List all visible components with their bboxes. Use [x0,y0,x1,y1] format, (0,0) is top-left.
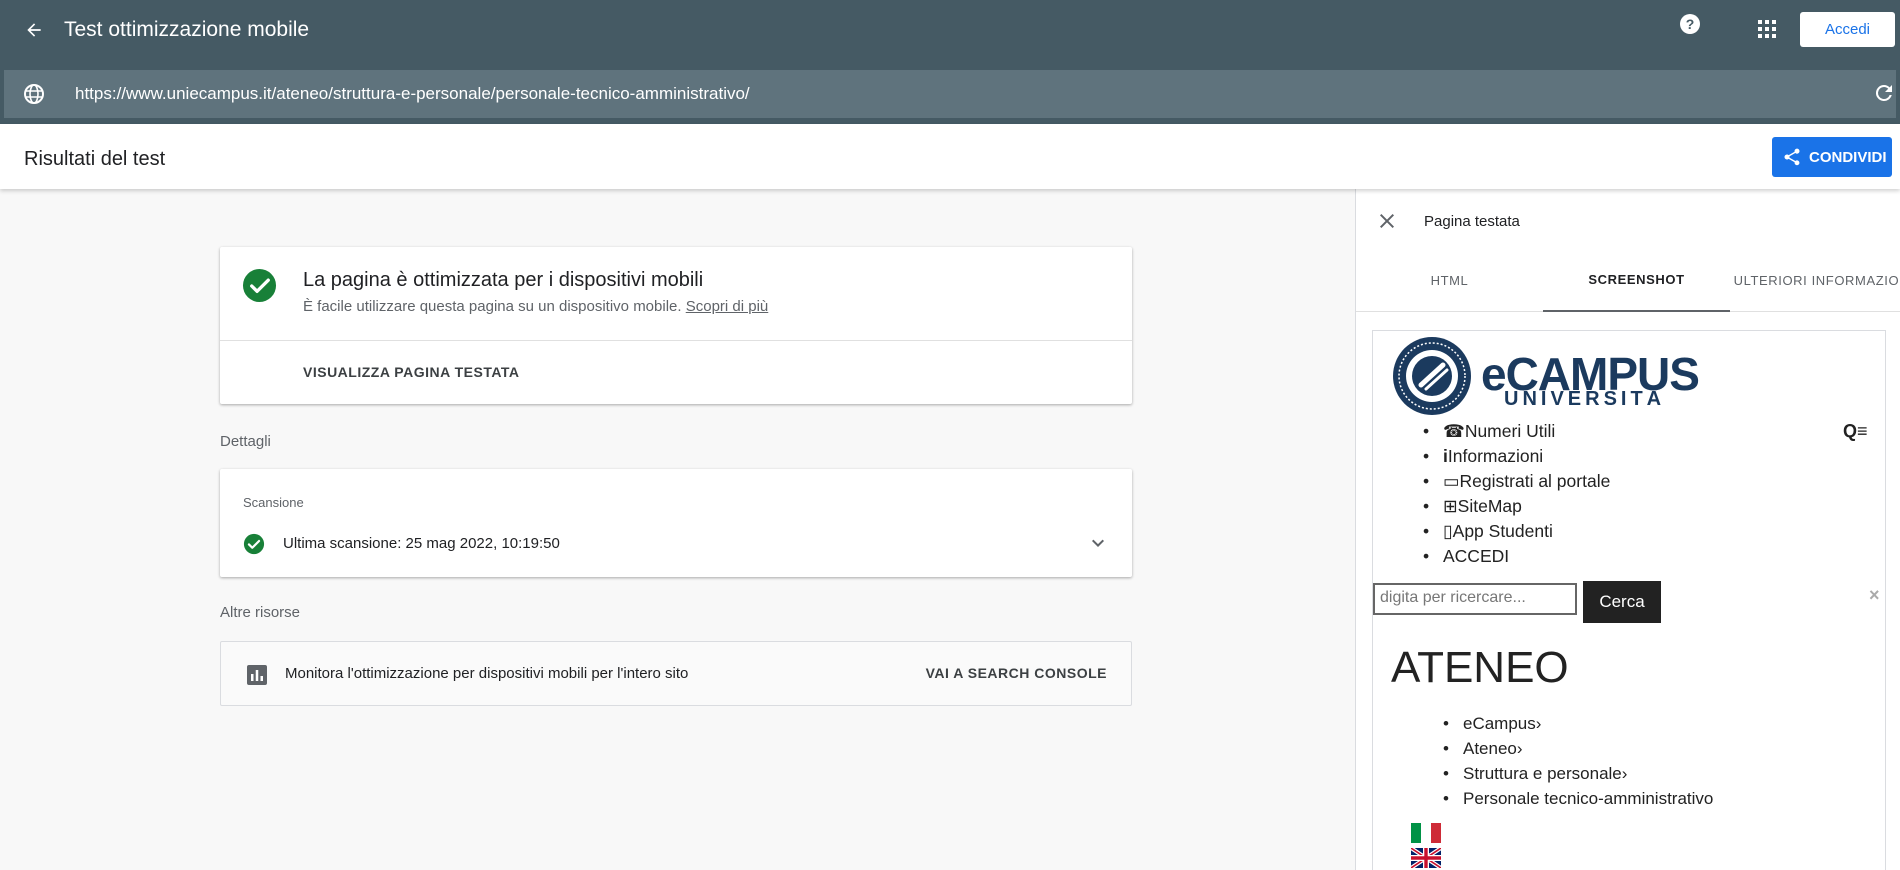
svg-text:?: ? [1686,16,1695,32]
reload-icon[interactable] [1872,81,1896,105]
divider [220,340,1132,341]
result-card: La pagina è ottimizzata per i dispositiv… [220,247,1132,404]
tab-more-info[interactable]: ULTERIORI INFORMAZIONI [1730,249,1900,312]
preview-menu-item: ▭Registrati al portale [1423,469,1611,494]
preview-menu-item: ▯App Studenti [1423,519,1610,544]
details-label: Dettagli [220,433,271,450]
preview-breadcrumb-item: Personale tecnico-amministrativo [1443,786,1714,811]
uk-flag-icon [1411,848,1441,868]
italian-flag-icon [1411,823,1441,843]
preview-breadcrumb-item: Ateneo› [1443,736,1713,761]
sitemap-icon: ⊞ [1443,496,1458,516]
preview-breadcrumb-label: Struttura e personale [1463,764,1622,783]
check-circle-icon [242,268,277,303]
help-button[interactable]: ? [1676,10,1704,38]
results-header: Risultati del test CONDIVIDI [0,124,1900,189]
url-field[interactable]: https://www.uniecampus.it/ateneo/struttu… [75,84,750,104]
preview-menu-label: Informazioni [1447,446,1544,466]
side-panel-title: Pagina testata [1424,213,1520,230]
check-circle-icon [243,533,265,555]
chevron-down-icon[interactable] [1086,531,1110,555]
preview-menu: ☎Numeri Utili iInformazioni ▭Registrati … [1423,419,1611,569]
preview-breadcrumb: eCampus› Ateneo› Struttura e personale› … [1443,711,1714,811]
share-button[interactable]: CONDIVIDI [1772,137,1892,177]
preview-search-input: digita per ricercare... [1373,583,1577,615]
scan-label: Scansione [243,495,304,510]
search-menu-icon: Q≡ [1843,421,1868,441]
preview-menu-label: ACCEDI [1443,546,1510,566]
result-subtitle-text: È facile utilizzare questa pagina su un … [303,298,682,315]
resource-text: Monitora l'ottimizzazione per dispositiv… [285,665,689,682]
view-tested-page-button[interactable]: VISUALIZZA PAGINA TESTATA [303,364,520,380]
preview-menu-label: App Studenti [1452,521,1553,541]
search-console-link[interactable]: VAI A SEARCH CONSOLE [926,665,1107,681]
side-panel-tabs: HTML SCREENSHOT ULTERIORI INFORMAZIONI [1356,249,1900,312]
preview-breadcrumb-label: eCampus [1463,714,1536,733]
tab-html[interactable]: HTML [1356,249,1543,312]
side-panel: Pagina testata HTML SCREENSHOT ULTERIORI… [1355,189,1900,870]
arrow-back-icon [27,23,41,37]
university-seal-icon [1393,337,1471,415]
back-button[interactable] [16,12,52,48]
screenshot-preview: eCAMPUS UNIVERSITÀ ☎Numeri Utili iInform… [1372,330,1886,870]
preview-breadcrumb-label: Personale tecnico-amministrativo [1463,789,1714,808]
preview-menu-item: ACCEDI [1423,544,1610,569]
main-content: La pagina è ottimizzata per i dispositiv… [0,189,1355,870]
bar-chart-icon [247,665,267,685]
preview-menu-item: ☎Numeri Utili [1423,419,1610,444]
app-bar: Test ottimizzazione mobile ? Accedi http… [0,0,1900,124]
preview-search-button: Cerca [1583,581,1661,623]
preview-menu-label: SiteMap [1457,496,1522,516]
scan-card[interactable]: Scansione Ultima scansione: 25 mag 2022,… [220,469,1132,577]
help-icon: ? [1680,14,1700,34]
logo-subtitle: UNIVERSITÀ [1504,388,1666,410]
id-card-icon: ▭ [1443,471,1460,491]
sign-in-button[interactable]: Accedi [1800,12,1895,47]
result-title: La pagina è ottimizzata per i dispositiv… [303,269,704,291]
result-subtitle: È facile utilizzare questa pagina su un … [303,298,768,315]
globe-icon [24,84,44,104]
share-label: CONDIVIDI [1809,148,1887,166]
learn-more-link[interactable]: Scopri di più [686,298,769,315]
mobile-icon: ▯ [1443,521,1453,541]
resource-card: Monitora l'ottimizzazione per dispositiv… [220,641,1132,706]
app-title: Test ottimizzazione mobile [64,18,310,41]
close-icon[interactable] [1375,209,1399,233]
url-bar: https://www.uniecampus.it/ateneo/struttu… [4,70,1896,118]
apps-button[interactable] [1752,14,1782,44]
preview-heading: ATENEO [1391,643,1569,692]
results-title: Risultati del test [24,148,166,170]
preview-menu-item: iInformazioni [1423,444,1610,469]
preview-menu-label: Numeri Utili [1464,421,1556,441]
preview-menu-label: Registrati al portale [1459,471,1611,491]
preview-breadcrumb-label: Ateneo [1463,739,1517,758]
preview-breadcrumb-item: Struttura e personale› [1443,761,1713,786]
preview-close-icon: × [1869,585,1880,605]
phone-icon: ☎ [1443,421,1465,441]
apps-grid-icon [1758,20,1776,38]
last-scan-text: Ultima scansione: 25 mag 2022, 10:19:50 [283,535,560,552]
tab-screenshot[interactable]: SCREENSHOT [1543,249,1730,312]
share-icon [1784,148,1800,166]
resources-label: Altre risorse [220,604,301,621]
preview-breadcrumb-item: eCampus› [1443,711,1713,736]
preview-menu-item: ⊞SiteMap [1423,494,1610,519]
